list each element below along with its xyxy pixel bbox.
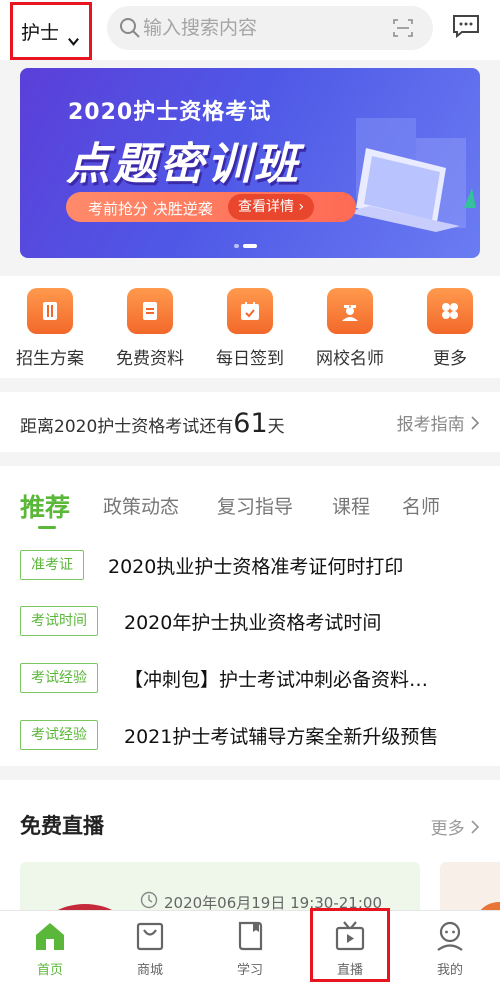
search-input[interactable] bbox=[143, 6, 383, 50]
carousel-dot bbox=[234, 244, 239, 248]
news-title: 2021护士考试辅导方案全新升级预售 bbox=[124, 726, 439, 748]
free-live-section: 免费直播 更多 2020年06月19日 19:30-21:00 bbox=[0, 780, 500, 922]
news-item[interactable]: 考试经验 【冲刺包】护士考试冲刺必备资料… bbox=[20, 661, 490, 695]
profile-icon bbox=[437, 921, 463, 951]
category-label: 护士 bbox=[21, 21, 60, 44]
category-selector[interactable]: 护士 bbox=[10, 2, 92, 60]
quick-link-enrollment[interactable]: 招生方案 bbox=[0, 288, 100, 369]
nav-label: 商城 bbox=[136, 963, 163, 978]
quick-link-label: 更多 bbox=[433, 349, 467, 369]
chevron-down-icon bbox=[68, 38, 79, 46]
quick-link-free-materials[interactable]: 免费资料 bbox=[100, 288, 200, 369]
quick-link-label: 网校名师 bbox=[316, 349, 384, 369]
nav-study[interactable]: 学习 bbox=[200, 911, 300, 989]
countdown-days: 61 bbox=[233, 408, 268, 439]
countdown-prefix: 距离2020护士资格考试还有 bbox=[20, 417, 234, 437]
shop-bag-icon bbox=[136, 922, 164, 951]
top-header: 护士 bbox=[0, 0, 500, 60]
banner-title: 2020护士资格考试 bbox=[68, 100, 272, 125]
promo-banner[interactable]: 2020护士资格考试 点题密训班 考前抢分 决胜逆袭 查看详情 › bbox=[20, 68, 480, 258]
banner-slogan-pill: 考前抢分 决胜逆袭 查看详情 › bbox=[66, 192, 356, 222]
laptop-illustration bbox=[346, 118, 476, 232]
search-icon bbox=[120, 18, 140, 38]
carousel-dot-active bbox=[243, 244, 257, 248]
grid-icon bbox=[427, 288, 473, 334]
guide-label: 报考指南 bbox=[396, 415, 465, 435]
quick-link-checkin[interactable]: 每日签到 bbox=[200, 288, 300, 369]
nurse-icon bbox=[327, 288, 373, 334]
quick-link-more[interactable]: 更多 bbox=[400, 288, 500, 369]
clock-icon bbox=[140, 891, 158, 909]
news-title: 2020执业护士资格准考证何时打印 bbox=[108, 556, 404, 578]
registration-guide-link[interactable]: 报考指南 bbox=[397, 410, 480, 435]
news-title: 2020年护士执业资格考试时间 bbox=[124, 612, 382, 634]
scan-icon[interactable] bbox=[393, 19, 413, 37]
tab-recommend[interactable]: 推荐 bbox=[20, 488, 70, 524]
quick-link-label: 每日签到 bbox=[216, 349, 284, 369]
nav-home[interactable]: 首页 bbox=[0, 911, 100, 989]
nav-profile[interactable]: 我的 bbox=[400, 911, 500, 989]
section-title: 免费直播 bbox=[20, 814, 104, 838]
nav-label: 学习 bbox=[236, 963, 263, 978]
quick-links: 招生方案 免费资料 每日签到 网校名师 更多 bbox=[0, 276, 500, 378]
chevron-right-icon bbox=[471, 820, 480, 834]
chevron-right-icon bbox=[471, 416, 480, 430]
calendar-check-icon bbox=[227, 288, 273, 334]
book-icon bbox=[27, 288, 73, 334]
more-label: 更多 bbox=[430, 819, 465, 839]
search-bar[interactable] bbox=[107, 6, 433, 50]
tab-teachers[interactable]: 名师 bbox=[402, 492, 440, 519]
home-icon bbox=[36, 923, 64, 950]
quick-link-label: 招生方案 bbox=[16, 349, 84, 369]
message-icon[interactable] bbox=[452, 14, 480, 38]
news-tag: 考试经验 bbox=[20, 663, 98, 693]
nav-shop[interactable]: 商城 bbox=[100, 911, 200, 989]
news-tag: 考试经验 bbox=[20, 720, 98, 750]
tab-policy[interactable]: 政策动态 bbox=[103, 492, 179, 519]
exam-countdown: 距离2020护士资格考试还有61天 报考指南 bbox=[0, 392, 500, 452]
carousel-indicator bbox=[234, 244, 257, 248]
quick-link-teachers[interactable]: 网校名师 bbox=[300, 288, 400, 369]
news-section: 推荐 政策动态 复习指导 课程 名师 准考证 2020执业护士资格准考证何时打印… bbox=[0, 466, 500, 766]
study-book-icon bbox=[238, 921, 263, 951]
news-item[interactable]: 考试经验 2021护士考试辅导方案全新升级预售 bbox=[20, 718, 490, 752]
tab-courses[interactable]: 课程 bbox=[332, 492, 370, 519]
banner-slogan: 考前抢分 决胜逆袭 bbox=[88, 200, 213, 218]
nav-label: 我的 bbox=[436, 963, 463, 978]
tab-review[interactable]: 复习指导 bbox=[217, 492, 293, 519]
news-tabs: 推荐 政策动态 复习指导 课程 名师 bbox=[0, 492, 500, 529]
countdown-suffix: 天 bbox=[267, 417, 285, 437]
tab-underline bbox=[38, 526, 56, 529]
news-title: 【冲刺包】护士考试冲刺必备资料… bbox=[124, 669, 429, 691]
live-more-link[interactable]: 更多 bbox=[431, 814, 480, 839]
news-tag: 考试时间 bbox=[20, 606, 98, 636]
bottom-nav: 首页 商城 学习 直播 我的 bbox=[0, 910, 500, 989]
nav-label: 首页 bbox=[36, 963, 63, 978]
countdown-text: 距离2020护士资格考试还有61天 bbox=[20, 408, 285, 439]
highlight-box bbox=[310, 908, 390, 982]
news-item[interactable]: 考试时间 2020年护士执业资格考试时间 bbox=[20, 604, 490, 638]
news-item[interactable]: 准考证 2020执业护士资格准考证何时打印 bbox=[20, 548, 490, 582]
news-tag: 准考证 bbox=[20, 550, 84, 580]
banner-headline: 点题密训班 bbox=[66, 139, 301, 190]
document-icon bbox=[127, 288, 173, 334]
banner-details-button[interactable]: 查看详情 › bbox=[228, 194, 315, 220]
quick-link-label: 免费资料 bbox=[116, 349, 184, 369]
